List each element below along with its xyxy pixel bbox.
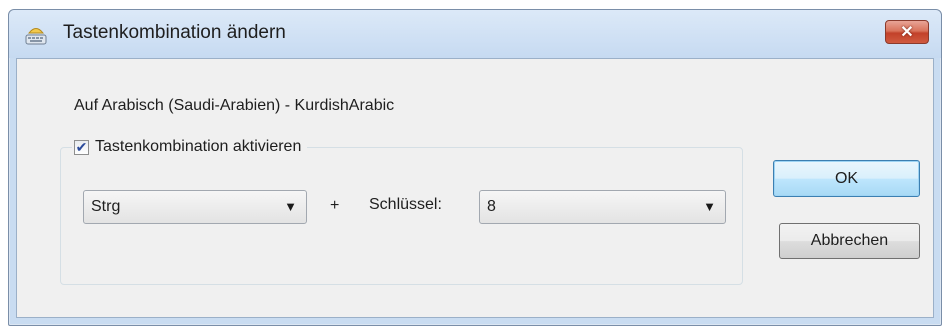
close-icon: ✕ [900,24,914,41]
chevron-down-icon: ▼ [703,199,716,214]
checkbox-checked-icon[interactable]: ✔ [74,139,89,155]
ok-button[interactable]: OK [773,160,920,197]
cancel-button[interactable]: Abbrechen [779,223,920,259]
title-bar[interactable]: Tastenkombination ändern ✕ [9,10,941,58]
modifier-value: Strg [91,198,121,215]
key-value: 8 [487,198,496,215]
key-label: Schlüssel: [369,196,442,213]
window-title: Tastenkombination ändern [63,22,286,43]
plus-sign: + [330,197,340,214]
close-button[interactable]: ✕ [885,20,929,44]
enable-hotkey-label: Tastenkombination aktivieren [95,138,302,155]
keyboard-icon [25,28,47,45]
language-label: Auf Arabisch (Saudi-Arabien) - KurdishAr… [74,97,395,114]
chevron-down-icon: ▼ [284,199,297,214]
dialog-body: Auf Arabisch (Saudi-Arabien) - KurdishAr… [16,58,934,318]
key-select[interactable]: 8 ▼ [479,190,726,224]
dialog-window: Tastenkombination ändern ✕ Auf Arabisch … [8,9,942,326]
enable-hotkey-checkbox[interactable]: ✔ Tastenkombination aktivieren [72,137,308,157]
modifier-select[interactable]: Strg ▼ [83,190,307,224]
